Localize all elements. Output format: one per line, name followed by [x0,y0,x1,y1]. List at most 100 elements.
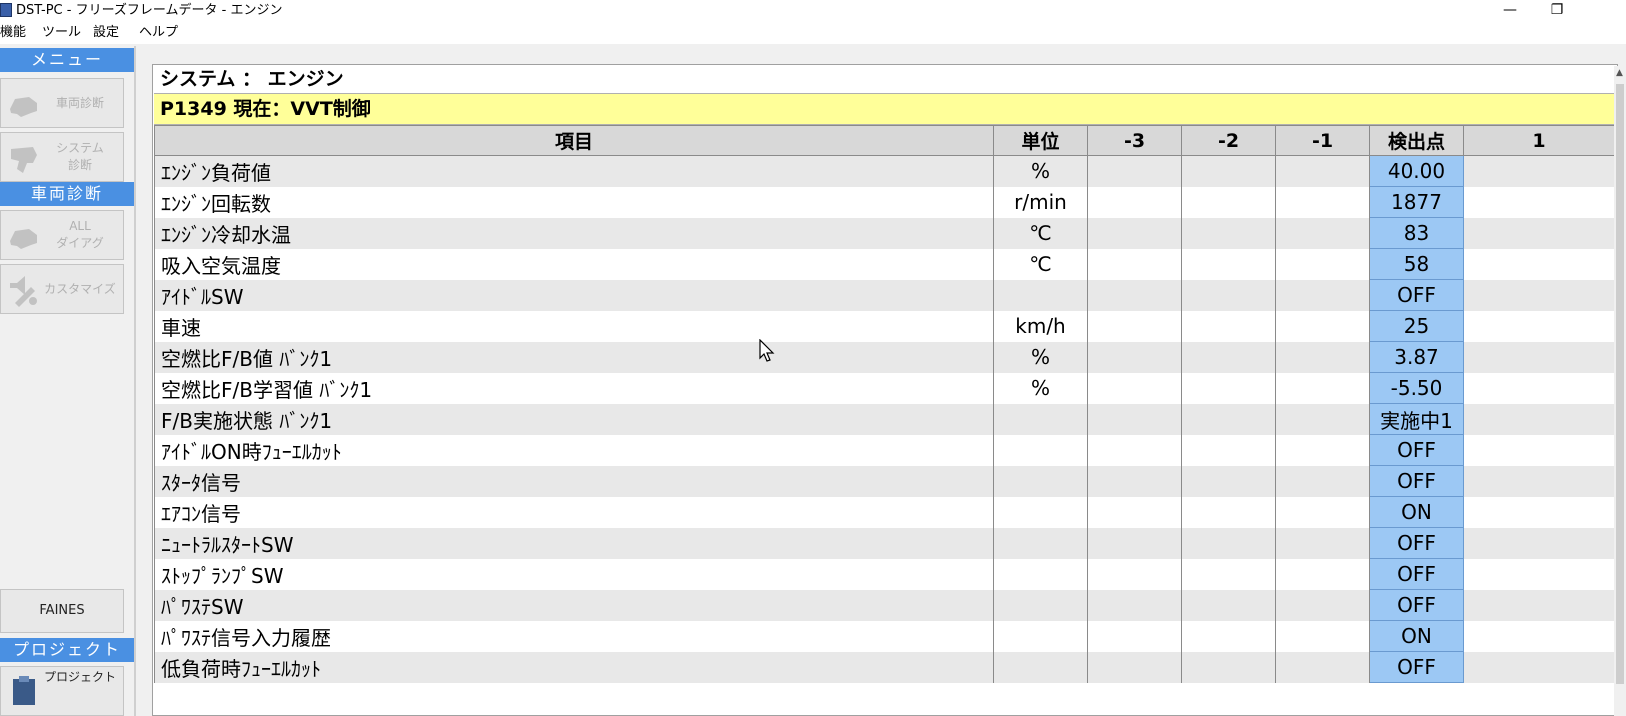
detection-cell: OFF [1369,589,1464,621]
unit-cell [993,403,1088,435]
plus1-cell [1463,217,1615,249]
table-row[interactable]: ｴﾝｼﾞﾝ負荷値% 40.00 [154,155,1615,187]
header-plus1[interactable]: 1 [1463,125,1615,156]
table-row[interactable]: ｴﾝｼﾞﾝ回転数 r/min 1877 [154,186,1615,218]
item-cell: ｴｱｺﾝ信号 [154,496,994,528]
header-detection-point[interactable]: 検出点 [1369,125,1464,156]
all-diag-button[interactable]: ALL ダイアグ [0,210,124,260]
item-cell: 空燃比F/B学習値 ﾊﾞﾝｸ1 [154,372,994,404]
table-row[interactable]: F/B実施状態 ﾊﾞﾝｸ1 実施中1 [154,403,1615,435]
menu-item-help[interactable]: ヘルプ [139,25,178,41]
table-row[interactable]: 車速 km/h 25 [154,310,1615,342]
unit-cell: r/min [993,186,1088,218]
minus2-cell [1181,434,1276,466]
plus1-cell [1463,403,1615,435]
detection-cell: OFF [1369,558,1464,590]
unit-cell [993,496,1088,528]
minus3-cell [1087,403,1182,435]
table-row[interactable]: ﾊﾟﾜｽﾃSW OFF [154,589,1615,621]
menu-item-settings[interactable]: 設定 [93,25,119,41]
faines-button[interactable]: FAINES [0,589,124,633]
minimize-button[interactable]: — [1487,0,1533,22]
minus2-cell [1181,372,1276,404]
detection-cell: OFF [1369,651,1464,683]
menu-item-function[interactable]: 機能 [0,25,26,41]
table-row[interactable]: ｱｲﾄﾞﾙON時ﾌｭｰｴﾙｶｯﾄ OFF [154,434,1615,466]
minus3-cell [1087,620,1182,652]
item-cell: ｽﾄｯﾌﾟﾗﾝﾌﾟSW [154,558,994,590]
header-item[interactable]: 項目 [154,125,994,156]
system-diagnosis-label: システム 診断 [56,141,104,172]
table-row[interactable]: ｽﾀｰﾀ信号 OFF [154,465,1615,497]
minus1-cell [1275,310,1370,342]
sidebar-menu-header: メニュー [0,48,134,72]
minus2-cell [1181,403,1276,435]
speaker-wrench-icon [10,276,37,307]
detection-cell: OFF [1369,465,1464,497]
table-row[interactable]: 空燃比F/B学習値 ﾊﾞﾝｸ1% -5.50 [154,372,1615,404]
vehicle-diagnosis-button[interactable]: 車両診断 [0,78,124,128]
minus1-cell [1275,248,1370,280]
minus3-cell [1087,527,1182,559]
vehicle-diagnosis-label: 車両診断 [55,95,104,110]
item-cell: ｱｲﾄﾞﾙSW [154,279,994,311]
table-row[interactable]: ﾆｭｰﾄﾗﾙｽﾀｰﾄSW OFF [154,527,1615,559]
scroll-up-icon[interactable]: ▲ [1616,68,1623,78]
mouse-cursor-icon [759,339,775,362]
plus1-cell [1463,465,1615,497]
minus2-cell [1181,558,1276,590]
detection-cell: 3.87 [1369,341,1464,373]
detection-cell: -5.50 [1369,372,1464,404]
plus1-cell [1463,155,1615,187]
header-minus3[interactable]: -3 [1087,125,1182,156]
minus1-cell [1275,279,1370,311]
table-row[interactable]: ｴｱｺﾝ信号 ON [154,496,1615,528]
table-row[interactable]: ﾊﾟﾜｽﾃ信号入力履歴 ON [154,620,1615,652]
customize-label: カスタマイズ [44,281,116,296]
minus1-cell [1275,217,1370,249]
unit-cell: % [993,372,1088,404]
restore-button[interactable]: ❐ [1534,0,1580,22]
project-button[interactable]: プロジェクト [0,666,124,716]
header-unit[interactable]: 単位 [993,125,1088,156]
system-diagnosis-button[interactable]: システム 診断 [0,132,124,182]
minus1-cell [1275,465,1370,497]
customize-button[interactable]: カスタマイズ [0,264,124,314]
item-cell: 吸入空気温度 [154,248,994,280]
unit-cell [993,465,1088,497]
table-row[interactable]: 空燃比F/B値 ﾊﾞﾝｸ1% 3.87 [154,341,1615,373]
plus1-cell [1463,310,1615,342]
scrollbar-thumb[interactable] [1616,84,1624,684]
detection-cell: OFF [1369,279,1464,311]
menu-item-tools[interactable]: ツール [42,25,81,41]
title-bar: DST-PC - フリーズフレームデータ - エンジン — ❐ [0,0,1626,22]
item-cell: 低負荷時ﾌｭｰｴﾙｶｯﾄ [154,651,994,683]
detection-cell: 83 [1369,217,1464,249]
restore-icon: ❐ [1550,2,1564,18]
minus1-cell [1275,155,1370,187]
minus3-cell [1087,465,1182,497]
sidebar-project-header: プロジェクト [0,638,134,662]
unit-cell [993,589,1088,621]
minus1-cell [1275,527,1370,559]
vertical-scrollbar[interactable]: ▲ [1614,66,1626,716]
table-row[interactable]: ｽﾄｯﾌﾟﾗﾝﾌﾟSW OFF [154,558,1615,590]
plus1-cell [1463,341,1615,373]
detection-cell: OFF [1369,434,1464,466]
header-minus2[interactable]: -2 [1181,125,1276,156]
item-cell: ｽﾀｰﾀ信号 [154,465,994,497]
table-row[interactable]: 低負荷時ﾌｭｰｴﾙｶｯﾄ OFF [154,651,1615,683]
minus2-cell [1181,279,1276,311]
plus1-cell [1463,372,1615,404]
minus2-cell [1181,186,1276,218]
table-row[interactable]: 吸入空気温度 ℃ 58 [154,248,1615,280]
minus2-cell [1181,248,1276,280]
unit-cell [993,279,1088,311]
table-row[interactable]: ｴﾝｼﾞﾝ冷却水温 ℃ 83 [154,217,1615,249]
plus1-cell [1463,496,1615,528]
detection-cell: 実施中1 [1369,403,1464,435]
header-minus1[interactable]: -1 [1275,125,1370,156]
minus1-cell [1275,589,1370,621]
table-row[interactable]: ｱｲﾄﾞﾙSW OFF [154,279,1615,311]
minus1-cell [1275,496,1370,528]
